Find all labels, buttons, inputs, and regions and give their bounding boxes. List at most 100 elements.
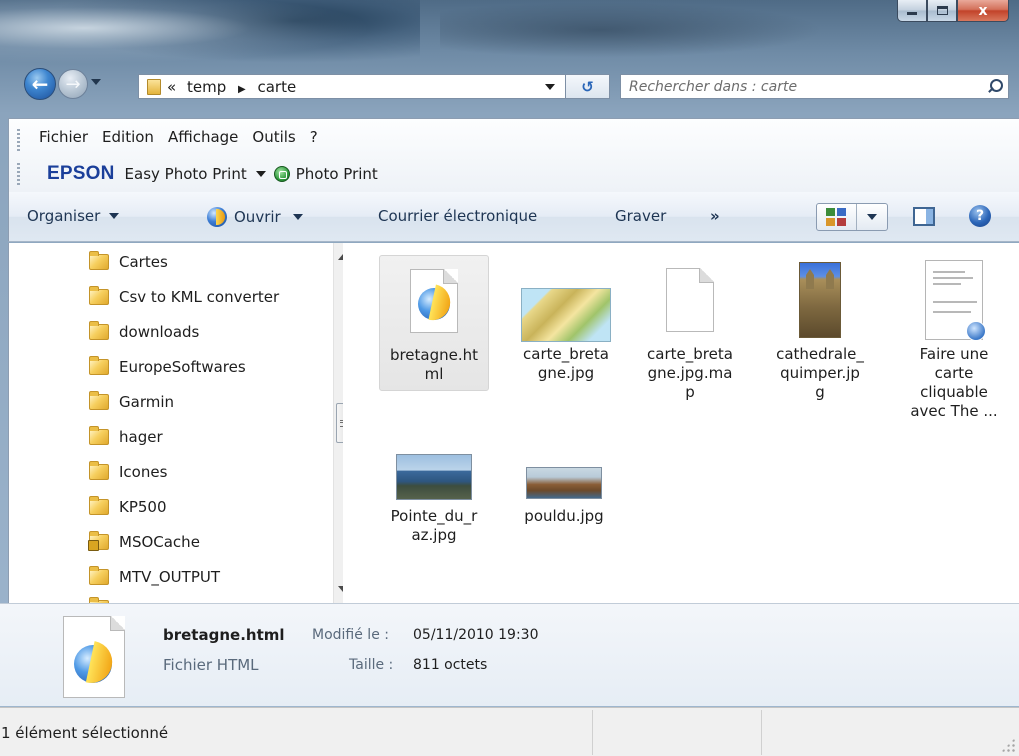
file-item-cathedrale-quimper[interactable]: cathedrale_ quimper.jp g xyxy=(765,255,875,408)
sidebar-item-label: MSOCache xyxy=(119,533,200,551)
magnifier-badge-icon xyxy=(966,321,986,341)
close-button[interactable]: x xyxy=(957,0,1009,22)
change-view-button[interactable] xyxy=(816,203,888,231)
menu-fichier[interactable]: Fichier xyxy=(39,128,88,146)
navigation-scrollbar[interactable] xyxy=(333,243,343,603)
resize-grip-icon[interactable] xyxy=(1001,738,1015,752)
address-dropdown-icon[interactable] xyxy=(545,83,555,90)
sidebar-item-downloads[interactable]: downloads xyxy=(89,321,200,341)
back-button[interactable]: ← xyxy=(24,68,56,100)
chevron-down-icon[interactable] xyxy=(867,214,877,220)
ouvrir-button[interactable]: Ouvrir xyxy=(207,207,303,227)
document-thumbnail xyxy=(925,260,986,341)
chevron-down-icon[interactable] xyxy=(255,171,266,177)
toolbar-grip[interactable] xyxy=(17,129,20,151)
folder-icon xyxy=(89,461,109,480)
navigation-pane: Cartes Csv to KML converter downloads Eu… xyxy=(8,243,343,603)
cathedral-image-thumbnail xyxy=(799,262,841,338)
sidebar-item-cartes[interactable]: Cartes xyxy=(89,251,168,271)
search-icon[interactable] xyxy=(987,79,1003,94)
minimize-button[interactable] xyxy=(897,0,927,22)
aero-glass-background xyxy=(0,0,420,70)
breadcrumb-temp[interactable]: temp xyxy=(187,78,226,96)
sidebar-item-icones[interactable]: Icones xyxy=(89,461,167,481)
sidebar-item-label: Csv to KML converter xyxy=(119,288,280,306)
sidebar-item-label: Cartes xyxy=(119,253,168,271)
menu-outils[interactable]: Outils xyxy=(252,128,295,146)
file-item-pointe-du-raz[interactable]: Pointe_du_r az.jpg xyxy=(379,431,489,551)
details-file-type: Fichier HTML xyxy=(163,656,259,674)
details-size-label: Taille : xyxy=(349,657,394,673)
sidebar-item-garmin[interactable]: Garmin xyxy=(89,391,174,411)
toolbar-grip[interactable] xyxy=(17,163,20,185)
details-modified-label: Modifié le : xyxy=(312,627,389,643)
file-item-faire-une-carte[interactable]: Faire une carte cliquable avec The ... xyxy=(899,255,1009,427)
easy-photo-print-button[interactable]: Easy Photo Print xyxy=(125,165,247,183)
file-name: cathedrale_ quimper.jp g xyxy=(776,345,864,401)
organiser-button[interactable]: Organiser xyxy=(27,207,120,225)
epson-logo: EPSON xyxy=(47,163,115,184)
sidebar-item-label: MTV_OUTPUT xyxy=(119,568,221,586)
locked-folder-icon xyxy=(88,531,109,551)
menu-row: Fichier Edition Affichage Outils ? xyxy=(39,128,332,146)
file-item-carte-bretagne-map[interactable]: carte_breta gne.jpg.ma p xyxy=(635,255,745,408)
photo-print-icon xyxy=(273,166,290,182)
breadcrumb-carte[interactable]: carte xyxy=(257,78,296,96)
recent-pages-dropdown[interactable] xyxy=(91,79,101,85)
split-divider xyxy=(856,204,857,230)
blank-file-icon xyxy=(666,268,714,332)
photo-print-button[interactable]: Photo Print xyxy=(296,165,378,183)
breadcrumb-overflow[interactable]: « xyxy=(167,78,176,96)
back-arrow-icon: ← xyxy=(31,72,49,96)
folder-icon xyxy=(89,566,109,585)
menu-help[interactable]: ? xyxy=(310,128,318,146)
file-item-carte-bretagne-jpg[interactable]: carte_breta gne.jpg xyxy=(511,255,621,389)
chevron-down-icon[interactable] xyxy=(292,214,303,220)
search-box[interactable] xyxy=(620,74,1009,99)
email-button[interactable]: Courrier électronique xyxy=(378,207,537,225)
help-button[interactable]: ? xyxy=(969,205,991,227)
file-name: Pointe_du_r az.jpg xyxy=(390,507,478,544)
sidebar-item-kp500[interactable]: KP500 xyxy=(89,496,167,516)
html-file-icon xyxy=(63,616,125,698)
sidebar-item-csv-to-kml[interactable]: Csv to KML converter xyxy=(89,286,280,306)
sidebar-item-label: downloads xyxy=(119,323,200,341)
sidebar-item-europesoftwares[interactable]: EuropeSoftwares xyxy=(89,356,246,376)
view-icon xyxy=(826,208,846,226)
scrollbar-thumb[interactable] xyxy=(336,403,343,443)
file-item-pouldu[interactable]: pouldu.jpg xyxy=(509,431,619,532)
status-divider xyxy=(761,710,762,755)
chevron-down-icon xyxy=(109,213,120,219)
more-commands-button[interactable]: » xyxy=(710,207,720,225)
internet-explorer-icon xyxy=(207,207,227,227)
ouvrir-label: Ouvrir xyxy=(234,208,281,226)
internet-explorer-icon xyxy=(74,645,112,683)
sidebar-item-msocache[interactable]: MSOCache xyxy=(88,531,200,551)
menu-edition[interactable]: Edition xyxy=(102,128,154,146)
sidebar-item-hager[interactable]: hager xyxy=(89,426,163,446)
status-text: 1 élément sélectionné xyxy=(1,724,169,742)
sidebar-item-mtv-output[interactable]: MTV_OUTPUT xyxy=(89,566,221,586)
forward-button[interactable]: → xyxy=(58,69,88,99)
preview-pane-button[interactable] xyxy=(913,207,935,226)
file-name: Faire une carte cliquable avec The ... xyxy=(910,345,998,420)
maximize-icon xyxy=(936,6,948,15)
window-controls: x xyxy=(897,0,1009,26)
refresh-button[interactable]: ↺ xyxy=(566,74,610,99)
chevron-right-icon[interactable]: ▶ xyxy=(238,84,246,95)
help-icon: ? xyxy=(975,208,985,224)
menu-bar: Fichier Edition Affichage Outils ? EPSON… xyxy=(8,118,1019,192)
internet-explorer-icon xyxy=(418,288,450,320)
file-item-bretagne-html[interactable]: bretagne.ht ml xyxy=(379,255,489,391)
address-bar[interactable]: « temp ▶ carte xyxy=(138,74,566,99)
folder-icon xyxy=(89,496,109,515)
close-icon: x xyxy=(978,2,988,19)
file-thumbnail xyxy=(635,255,745,345)
menu-affichage[interactable]: Affichage xyxy=(168,128,238,146)
file-thumbnail xyxy=(380,256,488,346)
burn-button[interactable]: Graver xyxy=(615,207,666,225)
maximize-button[interactable] xyxy=(927,0,957,22)
search-input[interactable] xyxy=(629,78,959,95)
details-modified-value: 05/11/2010 19:30 xyxy=(413,627,539,643)
file-thumbnail xyxy=(379,431,489,507)
